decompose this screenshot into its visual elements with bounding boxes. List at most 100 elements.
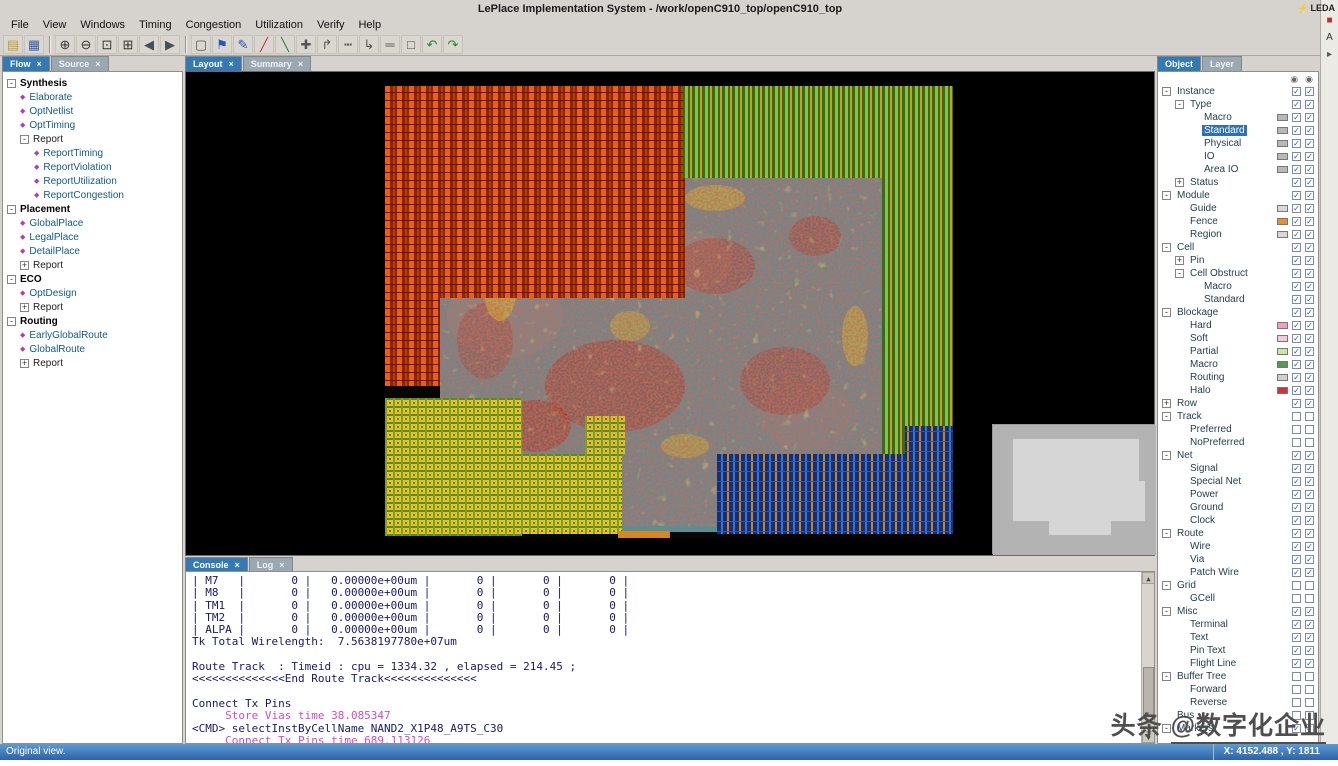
flow-tree-item[interactable]: GlobalRoute [3, 342, 182, 356]
object-tree-item[interactable]: Hard [1158, 319, 1318, 332]
flow-tree-item[interactable]: ReportCongestion [3, 188, 182, 202]
expander-icon[interactable]: - [7, 274, 16, 284]
selectable-checkbox[interactable] [1305, 178, 1314, 187]
draw-shape-button[interactable]: ╲ [275, 34, 295, 54]
visible-checkbox[interactable] [1292, 503, 1301, 512]
selectable-checkbox[interactable] [1305, 633, 1314, 642]
flow-tree-item[interactable]: LegalPlace [3, 230, 182, 244]
selectable-checkbox[interactable] [1305, 126, 1314, 135]
object-tree-item[interactable]: Macro [1158, 358, 1318, 371]
tab-close-icon[interactable]: × [235, 560, 240, 570]
selectable-checkbox[interactable] [1305, 347, 1314, 356]
flow-tree-item[interactable]: ReportUtilization [3, 174, 182, 188]
zoom-in-button[interactable]: ⊕ [55, 34, 75, 54]
undo-button[interactable]: ↶ [422, 34, 442, 54]
object-tree-item[interactable]: Signal [1158, 462, 1318, 475]
visible-checkbox[interactable] [1292, 282, 1301, 291]
selectable-checkbox[interactable] [1305, 425, 1314, 434]
expander-icon[interactable]: - [1162, 243, 1171, 252]
object-tree-item[interactable]: - Blockage [1158, 306, 1318, 319]
expander-icon[interactable]: - [20, 134, 29, 144]
scroll-up-icon[interactable]: ▲ [1142, 572, 1154, 584]
visible-checkbox[interactable] [1292, 672, 1301, 681]
object-tree-item[interactable]: - Buffer Tree [1158, 670, 1318, 683]
flow-tree-item[interactable]: ReportViolation [3, 160, 182, 174]
visible-checkbox[interactable] [1292, 360, 1301, 369]
tab[interactable]: Layer [1202, 56, 1243, 71]
selectable-checkbox[interactable] [1305, 243, 1314, 252]
selectable-checkbox[interactable] [1305, 438, 1314, 447]
visible-checkbox[interactable] [1292, 386, 1301, 395]
selectable-checkbox[interactable] [1305, 555, 1314, 564]
visible-checkbox[interactable] [1292, 126, 1301, 135]
object-tree-item[interactable]: Power [1158, 488, 1318, 501]
expander-icon[interactable]: - [1162, 87, 1171, 96]
visible-checkbox[interactable] [1292, 412, 1301, 421]
flow-tree-item[interactable]: - Routing [3, 314, 182, 328]
tab-close-icon[interactable]: × [229, 59, 234, 69]
visible-checkbox[interactable] [1292, 204, 1301, 213]
visible-checkbox[interactable] [1292, 152, 1301, 161]
object-tree-item[interactable]: - Net [1158, 449, 1318, 462]
visible-checkbox[interactable] [1292, 451, 1301, 460]
visible-checkbox[interactable] [1292, 646, 1301, 655]
object-tree-item[interactable]: Special Net [1158, 475, 1318, 488]
menu-item[interactable]: Windows [73, 18, 132, 33]
menu-item[interactable]: File [4, 18, 36, 33]
object-tree-item[interactable]: Guide [1158, 202, 1318, 215]
selectable-checkbox[interactable] [1305, 295, 1314, 304]
visible-checkbox[interactable] [1292, 230, 1301, 239]
selectable-checkbox[interactable] [1305, 568, 1314, 577]
selectable-checkbox[interactable] [1305, 152, 1314, 161]
object-tree-item[interactable]: - Instance [1158, 85, 1318, 98]
object-tree-item[interactable]: - Track [1158, 410, 1318, 423]
selectable-checkbox[interactable] [1305, 490, 1314, 499]
selectable-checkbox[interactable] [1305, 269, 1314, 278]
tab[interactable]: Flow × [2, 56, 50, 71]
expander-icon[interactable]: - [1162, 529, 1171, 538]
selectable-checkbox[interactable] [1305, 360, 1314, 369]
selectable-checkbox[interactable] [1305, 139, 1314, 148]
visibility-column-icon[interactable]: ◉ [1290, 73, 1298, 85]
selectable-checkbox[interactable] [1305, 685, 1314, 694]
tab[interactable]: Object [1157, 56, 1202, 71]
expander-icon[interactable]: - [1162, 451, 1171, 460]
object-tree-item[interactable]: - Cell [1158, 241, 1318, 254]
tab[interactable]: Layout × [185, 56, 242, 71]
tab[interactable]: Source × [50, 56, 109, 71]
object-tree-item[interactable]: Partial [1158, 345, 1318, 358]
save-button[interactable]: ▦ [24, 34, 44, 54]
visible-checkbox[interactable] [1292, 178, 1301, 187]
visible-checkbox[interactable] [1292, 334, 1301, 343]
object-tree-item[interactable]: Text [1158, 631, 1318, 644]
visible-checkbox[interactable] [1292, 490, 1301, 499]
dock-arrow-icon[interactable]: ▸ [1327, 50, 1332, 60]
object-tree-item[interactable]: Wire [1158, 540, 1318, 553]
select-region-button[interactable]: ▢ [191, 34, 211, 54]
tab[interactable]: Log × [248, 557, 293, 572]
object-tree-item[interactable]: Flight Line [1158, 657, 1318, 670]
object-tree-item[interactable]: Region [1158, 228, 1318, 241]
selectable-checkbox[interactable] [1305, 672, 1314, 681]
object-tree-item[interactable]: Pin Text [1158, 644, 1318, 657]
text-tool-icon[interactable]: A [1326, 33, 1333, 43]
visible-checkbox[interactable] [1292, 477, 1301, 486]
visible-checkbox[interactable] [1292, 425, 1301, 434]
selectability-column-icon[interactable]: ◉ [1305, 73, 1313, 85]
visible-checkbox[interactable] [1292, 659, 1301, 668]
edit-wire-button[interactable]: ✎ [233, 34, 253, 54]
selectable-checkbox[interactable] [1305, 204, 1314, 213]
object-tree-item[interactable]: - Cell Obstruct [1158, 267, 1318, 280]
selectable-checkbox[interactable] [1305, 256, 1314, 265]
flow-tree-item[interactable]: + Report [3, 258, 182, 272]
flow-tree-item[interactable]: + Report [3, 300, 182, 314]
object-tree-item[interactable]: - Type [1158, 98, 1318, 111]
object-tree-item[interactable]: Via [1158, 553, 1318, 566]
selectable-checkbox[interactable] [1305, 516, 1314, 525]
route-up-button[interactable]: ↱ [317, 34, 337, 54]
menu-item[interactable]: Congestion [179, 18, 249, 33]
minimap[interactable] [992, 424, 1156, 555]
selectable-checkbox[interactable] [1305, 529, 1314, 538]
object-tree-item[interactable]: Physical [1158, 137, 1318, 150]
selectable-checkbox[interactable] [1305, 87, 1314, 96]
